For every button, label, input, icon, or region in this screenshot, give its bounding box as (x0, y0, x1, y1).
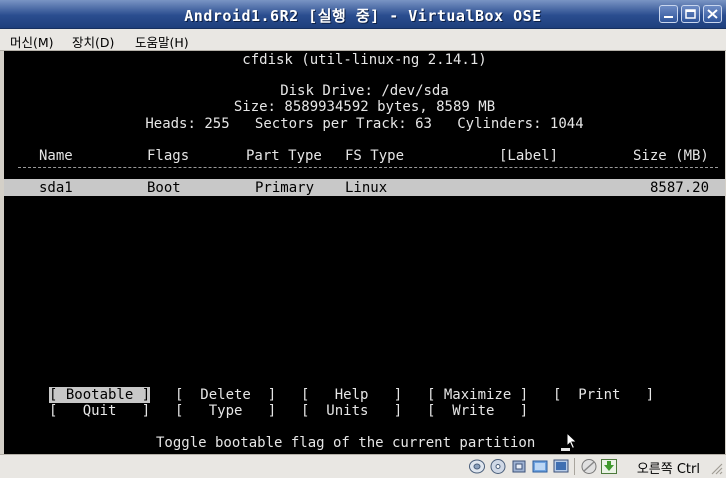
column-header-name: Name (39, 148, 73, 164)
maximize-icon (685, 9, 696, 19)
partition-fs-type: Linux (345, 180, 388, 196)
delete-option[interactable]: [ Delete ] (175, 387, 276, 403)
close-button[interactable] (703, 5, 722, 23)
minimize-button[interactable] (659, 5, 678, 23)
hard-disk-icon[interactable] (468, 458, 486, 475)
window-titlebar[interactable]: Android1.6R2 [실행 중] - VirtualBox OSE (0, 0, 726, 29)
shared-folders-icon[interactable] (531, 458, 549, 475)
column-header-label: [Label] (499, 148, 559, 164)
type-option[interactable]: [ Type ] (175, 403, 276, 419)
help-option[interactable]: [ Help ] (301, 387, 402, 403)
column-header-flags: Flags (147, 148, 190, 164)
disk-size-line: Size: 8589934592 bytes, 8589 MB (233, 99, 496, 115)
status-message: Toggle bootable flag of the current part… (156, 435, 536, 451)
close-icon (707, 9, 718, 19)
quit-option[interactable]: [ Quit ] (49, 403, 150, 419)
bootable-option[interactable]: [ Bootable ] (49, 387, 151, 403)
window-controls (659, 5, 722, 23)
status-bar: 오른쪽 Ctrl (0, 454, 726, 478)
partition-flags: Boot (147, 180, 181, 196)
partition-name: sda1 (39, 180, 73, 196)
window-title: Android1.6R2 [실행 중] - VirtualBox OSE (184, 7, 542, 25)
menu-devices[interactable]: 장치(D) (72, 32, 114, 51)
mouse-integration-icon[interactable] (580, 458, 598, 475)
usb-icon[interactable] (510, 458, 528, 475)
partition-row[interactable]: sda1 Boot Primary Linux 8587.20 (4, 179, 725, 196)
host-key-label: 오른쪽 Ctrl (636, 462, 700, 477)
vm-console[interactable]: cfdisk (util-linux-ng 2.14.1) Disk Drive… (4, 51, 725, 454)
write-option[interactable]: [ Write ] (427, 403, 528, 419)
partition-type: Primary (255, 180, 315, 196)
minimize-icon (664, 16, 673, 18)
menu-machine[interactable]: 머신(M) (10, 32, 54, 51)
disk-drive-line: Disk Drive: /dev/sda (280, 83, 449, 99)
network-icon[interactable] (552, 458, 570, 475)
mouse-pointer-icon (566, 432, 578, 450)
cd-rom-icon[interactable] (489, 458, 507, 475)
disk-geometry-line: Heads: 255 Sectors per Track: 63 Cylinde… (145, 116, 584, 132)
green-arrow-icon[interactable] (600, 458, 618, 475)
column-header-size: Size (MB) (633, 148, 709, 164)
menu-help[interactable]: 도움말(H) (135, 32, 189, 51)
maximize-option[interactable]: [ Maximize ] (427, 387, 528, 403)
status-separator (574, 458, 575, 475)
partition-size: 8587.20 (650, 180, 710, 196)
header-divider (18, 167, 718, 168)
cfdisk-header: cfdisk (util-linux-ng 2.14.1) (242, 52, 487, 68)
column-header-fs-type: FS Type (345, 148, 405, 164)
resize-grip-icon[interactable] (709, 461, 723, 475)
menu-bar: 머신(M) 장치(D) 도움말(H) (0, 29, 726, 51)
maximize-button[interactable] (681, 5, 700, 23)
column-header-part-type: Part Type (246, 148, 322, 164)
print-option[interactable]: [ Print ] (553, 387, 654, 403)
units-option[interactable]: [ Units ] (301, 403, 402, 419)
